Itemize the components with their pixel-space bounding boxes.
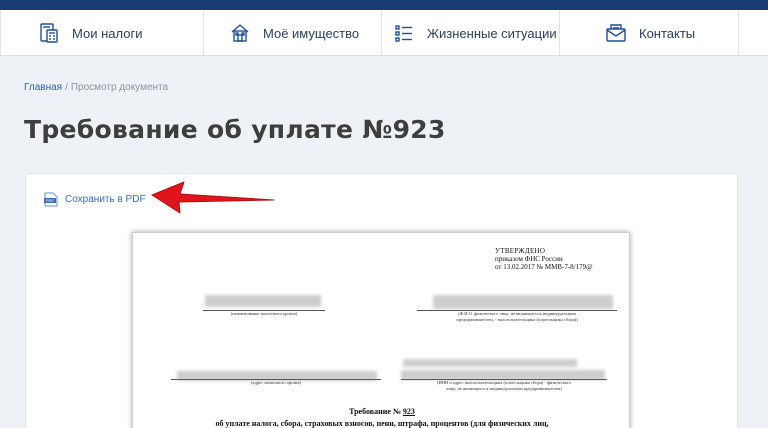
- house-icon: [229, 22, 251, 44]
- approved-line-date: от 13.02.2017 № ММВ-7-8/179@: [495, 263, 593, 271]
- save-pdf-button[interactable]: PDF Сохранить в PDF: [44, 192, 146, 207]
- top-bar: [0, 0, 768, 10]
- envelope-icon: [605, 22, 627, 44]
- nav-label-life-situations: Жизненные ситуации: [427, 25, 557, 41]
- caption-fio-2: предпринимателем, - налогоплательщика (п…: [456, 317, 578, 322]
- redacted-inn: [403, 359, 577, 367]
- redacted-tax-authority: [205, 295, 321, 307]
- approved-line-order: приказом ФНС России: [495, 255, 563, 263]
- pdf-icon-text: PDF: [46, 198, 55, 203]
- breadcrumb: Главная / Просмотр документа: [24, 82, 168, 93]
- page-title: Требование об уплате №923: [24, 115, 446, 144]
- redacted-fio: [433, 295, 613, 309]
- list-icon: [393, 22, 415, 44]
- nav-item-my-taxes[interactable]: Мои налоги: [0, 10, 203, 56]
- caption-inn-2: лица, не являющегося индивидуальным пред…: [446, 386, 562, 391]
- approved-title: УТВЕРЖДЕНО: [495, 247, 546, 255]
- nav-label-my-taxes: Мои налоги: [72, 25, 143, 41]
- breadcrumb-home-link[interactable]: Главная: [24, 82, 62, 93]
- nav-item-contacts[interactable]: Контакты: [559, 10, 739, 56]
- requirement-title-prefix: Требование №: [349, 407, 401, 416]
- pdf-file-icon: PDF: [44, 192, 58, 207]
- breadcrumb-separator: /: [65, 82, 68, 93]
- document-preview: УТВЕРЖДЕНО приказом ФНС России от 13.02.…: [132, 232, 630, 428]
- nav-item-life-situations[interactable]: Жизненные ситуации: [381, 10, 559, 56]
- breadcrumb-current: Просмотр документа: [70, 82, 169, 93]
- main-nav: Мои налоги Моё имущество Жизненные ситуа…: [0, 10, 768, 56]
- red-arrow-annotation: [151, 181, 275, 214]
- requirement-subtitle: об уплате налога, сбора, страховых взнос…: [215, 419, 549, 428]
- caption-address: (адрес налогового органа): [251, 380, 301, 385]
- requirement-number: 923: [402, 407, 415, 416]
- nav-label-my-property: Моё имущество: [263, 25, 360, 41]
- save-pdf-label: Сохранить в PDF: [65, 194, 146, 205]
- caption-tax-authority: (наименование налогового органа): [230, 311, 298, 316]
- calculator-document-icon: [38, 22, 60, 44]
- requirement-title: Требование № 923: [133, 407, 631, 416]
- approved-stamp: УТВЕРЖДЕНО приказом ФНС России от 13.02.…: [495, 247, 593, 271]
- nav-item-my-property[interactable]: Моё имущество: [203, 10, 381, 56]
- nav-label-contacts: Контакты: [639, 25, 696, 41]
